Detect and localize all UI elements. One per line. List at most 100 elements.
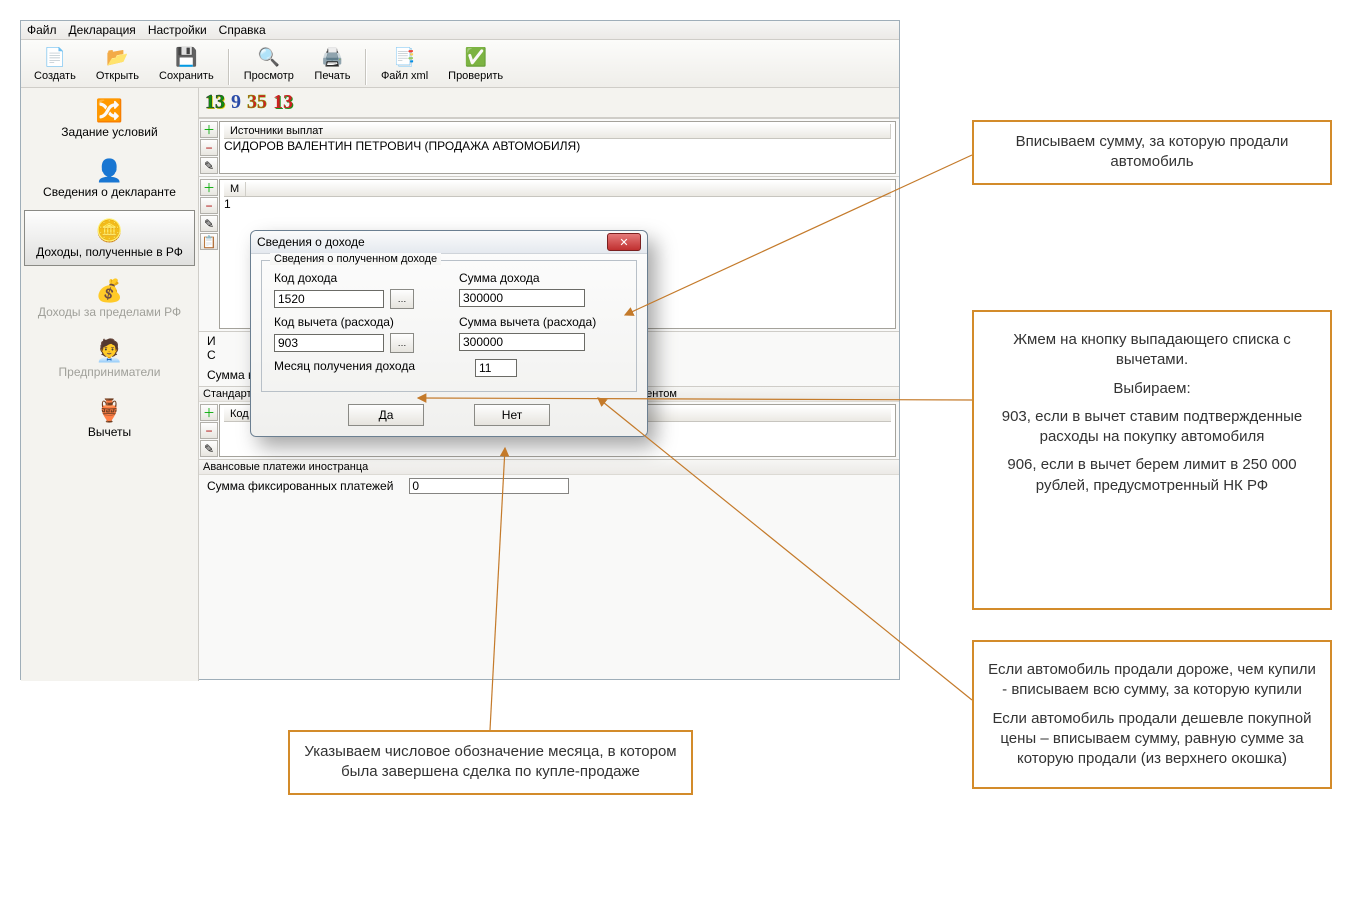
- dialog-title: Сведения о доходе: [257, 235, 365, 249]
- month-label: Месяц получения дохода: [274, 359, 415, 373]
- month-input[interactable]: [475, 359, 517, 377]
- menu-file[interactable]: Файл: [27, 23, 57, 37]
- callout-line: Если автомобиль продали дороже, чем купи…: [988, 660, 1316, 701]
- callout-deduction-sum: Если автомобиль продали дороже, чем купи…: [972, 640, 1332, 789]
- income-code-input[interactable]: [274, 290, 384, 308]
- tb-print[interactable]: 🖨️Печать: [305, 42, 360, 85]
- edit-income-button[interactable]: ✎: [200, 215, 218, 232]
- add-income-button[interactable]: ＋: [200, 179, 218, 196]
- sidebar-item-conditions[interactable]: 🔀Задание условий: [24, 90, 195, 146]
- toolbar: 📄Создать 📂Открыть 💾Сохранить 🔍Просмотр 🖨…: [21, 40, 899, 88]
- sidebar-item-income-rf[interactable]: 🪙Доходы, полученные в РФ: [24, 210, 195, 266]
- tb-print-label: Печать: [314, 70, 350, 82]
- deductions-icon: 🏺: [94, 397, 126, 425]
- menu-settings[interactable]: Настройки: [148, 23, 207, 37]
- remove-income-button[interactable]: −: [200, 197, 218, 214]
- source-row[interactable]: СИДОРОВ ВАЛЕНТИН ПЕТРОВИЧ (ПРОДАЖА АВТОМ…: [224, 139, 891, 153]
- add-source-button[interactable]: ＋: [200, 121, 218, 138]
- sidebar-item-deductions[interactable]: 🏺Вычеты: [24, 390, 195, 446]
- tb-preview[interactable]: 🔍Просмотр: [235, 42, 303, 85]
- fixed-payments-input[interactable]: [409, 478, 569, 494]
- callout-line: Жмем на кнопку выпадающего списка с выче…: [988, 330, 1316, 371]
- dialog-no-button[interactable]: Нет: [474, 404, 550, 426]
- income-dialog: Сведения о доходе ✕ Сведения о полученно…: [250, 230, 648, 437]
- tb-save-label: Сохранить: [159, 70, 214, 82]
- sidebar-label: Предприниматели: [59, 365, 161, 379]
- dialog-titlebar[interactable]: Сведения о доходе ✕: [251, 231, 647, 254]
- sidebar-item-income-abroad: 💰Доходы за пределами РФ: [24, 270, 195, 326]
- fixed-payments-label: Сумма фиксированных платежей: [207, 479, 393, 493]
- edit-agent-ded-button[interactable]: ✎: [200, 440, 218, 457]
- callout-sum: Вписываем сумму, за которую продали авто…: [972, 120, 1332, 185]
- callout-line: Если автомобиль продали дешевле покупной…: [988, 709, 1316, 770]
- deduction-sum-input[interactable]: [459, 333, 585, 351]
- dialog-close-button[interactable]: ✕: [607, 233, 641, 251]
- sidebar: 🔀Задание условий 👤Сведения о декларанте …: [21, 88, 199, 681]
- xml-file-icon: 📑: [393, 45, 417, 69]
- advance-panel: Авансовые платежи иностранца Сумма фикси…: [199, 459, 899, 497]
- tb-xml-label: Файл xml: [381, 70, 428, 82]
- moneybag-icon: 💰: [94, 277, 126, 305]
- sidebar-label: Сведения о декларанте: [43, 185, 176, 199]
- edit-source-button[interactable]: ✎: [200, 157, 218, 174]
- rate-tab-9[interactable]: 9: [231, 91, 241, 114]
- deduction-code-label: Код вычета (расхода): [274, 315, 439, 329]
- deduction-code-picker-button[interactable]: …: [390, 333, 414, 353]
- conditions-icon: 🔀: [94, 97, 126, 125]
- income-code-label: Код дохода: [274, 271, 439, 285]
- menu-help[interactable]: Справка: [219, 23, 266, 37]
- sidebar-label: Доходы, полученные в РФ: [36, 245, 183, 259]
- add-agent-ded-button[interactable]: ＋: [200, 404, 218, 421]
- sources-list[interactable]: Источники выплат СИДОРОВ ВАЛЕНТИН ПЕТРОВ…: [219, 121, 896, 174]
- rate-tab-13-red[interactable]: 13: [273, 91, 293, 114]
- tb-check[interactable]: ✅Проверить: [439, 42, 512, 85]
- sidebar-label: Задание условий: [61, 125, 157, 139]
- tb-create[interactable]: 📄Создать: [25, 42, 85, 85]
- income-sum-label: Сумма дохода: [459, 271, 624, 285]
- sources-panel: ＋ − ✎ Источники выплат СИДОРОВ ВАЛЕНТИН …: [199, 118, 899, 176]
- folder-open-icon: 📂: [105, 45, 129, 69]
- menubar: Файл Декларация Настройки Справка: [21, 21, 899, 40]
- sidebar-item-declarant[interactable]: 👤Сведения о декларанте: [24, 150, 195, 206]
- tb-preview-label: Просмотр: [244, 70, 294, 82]
- new-document-icon: 📄: [43, 45, 67, 69]
- deduction-sum-label: Сумма вычета (расхода): [459, 315, 624, 329]
- save-icon: 💾: [174, 45, 198, 69]
- groupbox-legend: Сведения о полученном доходе: [270, 253, 441, 265]
- tb-check-label: Проверить: [448, 70, 503, 82]
- tb-xml[interactable]: 📑Файл xml: [372, 42, 437, 85]
- toolbar-separator: [228, 49, 230, 85]
- rate-tabs: 13 9 35 13: [199, 88, 899, 118]
- rate-tab-13-green[interactable]: 13: [205, 91, 225, 114]
- callout-deduction-picker: Жмем на кнопку выпадающего списка с выче…: [972, 310, 1332, 610]
- tb-open[interactable]: 📂Открыть: [87, 42, 148, 85]
- callout-month: Указываем числовое обозначение месяца, в…: [288, 730, 693, 795]
- callout-line: Выбираем:: [988, 379, 1316, 399]
- tb-open-label: Открыть: [96, 70, 139, 82]
- print-icon: 🖨️: [320, 45, 344, 69]
- rate-tab-35[interactable]: 35: [247, 91, 267, 114]
- deduction-code-input[interactable]: [274, 334, 384, 352]
- remove-agent-ded-button[interactable]: −: [200, 422, 218, 439]
- callout-line: 903, если в вычет ставим подтвержденные …: [988, 407, 1316, 448]
- remove-source-button[interactable]: −: [200, 139, 218, 156]
- person-icon: 👤: [94, 157, 126, 185]
- sidebar-item-entrepreneurs: 🧑‍💼Предприниматели: [24, 330, 195, 386]
- check-icon: ✅: [464, 45, 488, 69]
- advance-header: Авансовые платежи иностранца: [199, 460, 899, 475]
- income-row-partial: 1: [224, 197, 891, 211]
- entrepreneur-icon: 🧑‍💼: [94, 337, 126, 365]
- callout-line: 906, если в вычет берем лимит в 250 000 …: [988, 455, 1316, 496]
- income-code-picker-button[interactable]: …: [390, 289, 414, 309]
- income-sum-input[interactable]: [459, 289, 585, 307]
- copy-income-button[interactable]: 📋: [200, 233, 218, 250]
- dialog-yes-button[interactable]: Да: [348, 404, 424, 426]
- col-month: М: [224, 182, 246, 196]
- sidebar-label: Вычеты: [88, 425, 131, 439]
- coins-icon: 🪙: [94, 217, 126, 245]
- tb-save[interactable]: 💾Сохранить: [150, 42, 223, 85]
- preview-icon: 🔍: [257, 45, 281, 69]
- sources-header: Источники выплат: [224, 124, 891, 138]
- menu-declaration[interactable]: Декларация: [69, 23, 136, 37]
- toolbar-separator: [365, 49, 367, 85]
